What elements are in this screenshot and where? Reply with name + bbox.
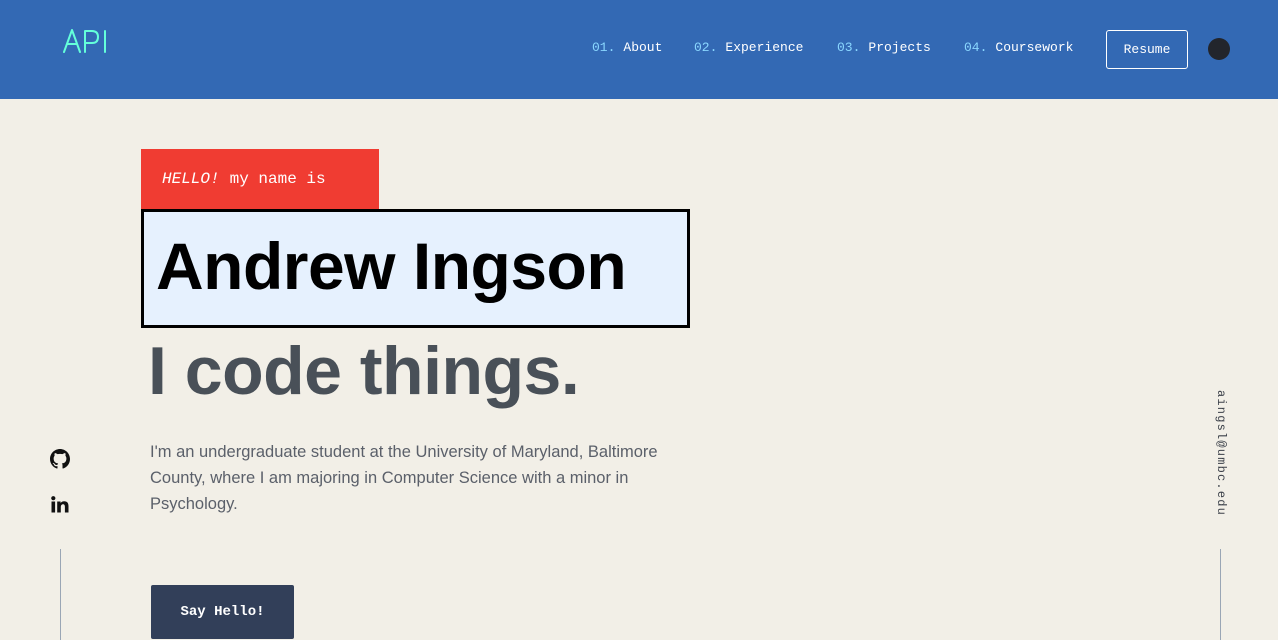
- nav-number: 04.: [964, 40, 988, 55]
- moon-toggle-icon[interactable]: [1208, 38, 1230, 60]
- left-divider-line: [60, 549, 61, 640]
- name-box: Andrew Ingson: [141, 209, 690, 328]
- github-icon[interactable]: [50, 449, 70, 469]
- site-header: 01. About 02. Experience 03. Projects 04. Co…: [0, 0, 1278, 99]
- linkedin-icon[interactable]: [50, 495, 70, 515]
- hello-word: HELLO!: [162, 170, 220, 188]
- nav-label: Coursework: [995, 40, 1074, 55]
- hero-name: Andrew Ingson: [156, 229, 627, 303]
- nav-link-about[interactable]: 01. About: [592, 40, 662, 58]
- right-divider-line: [1220, 549, 1221, 640]
- hello-tag: HELLO! my name is: [141, 149, 379, 209]
- email-link[interactable]: aingsl@umbc.edu: [1210, 390, 1228, 520]
- logo-icon: [63, 29, 106, 53]
- hero-tagline: I code things.: [148, 333, 580, 409]
- nav-label: Projects: [868, 40, 931, 55]
- nav-number: 03.: [837, 40, 861, 55]
- hello-rest: my name is: [229, 170, 326, 188]
- nav-link-projects[interactable]: 03. Projects: [837, 40, 931, 58]
- nav-number: 01.: [592, 40, 616, 55]
- logo[interactable]: [63, 28, 109, 54]
- nav-number: 02.: [694, 40, 718, 55]
- nav-link-coursework[interactable]: 04. Coursework: [964, 40, 1073, 58]
- say-hello-button[interactable]: Say Hello!: [151, 585, 294, 639]
- nav-label: Experience: [725, 40, 804, 55]
- nav-label: About: [623, 40, 663, 55]
- intro-paragraph: I'm an undergraduate student at the Univ…: [150, 443, 658, 513]
- resume-button[interactable]: Resume: [1106, 30, 1188, 69]
- nav-link-experience[interactable]: 02. Experience: [694, 40, 803, 58]
